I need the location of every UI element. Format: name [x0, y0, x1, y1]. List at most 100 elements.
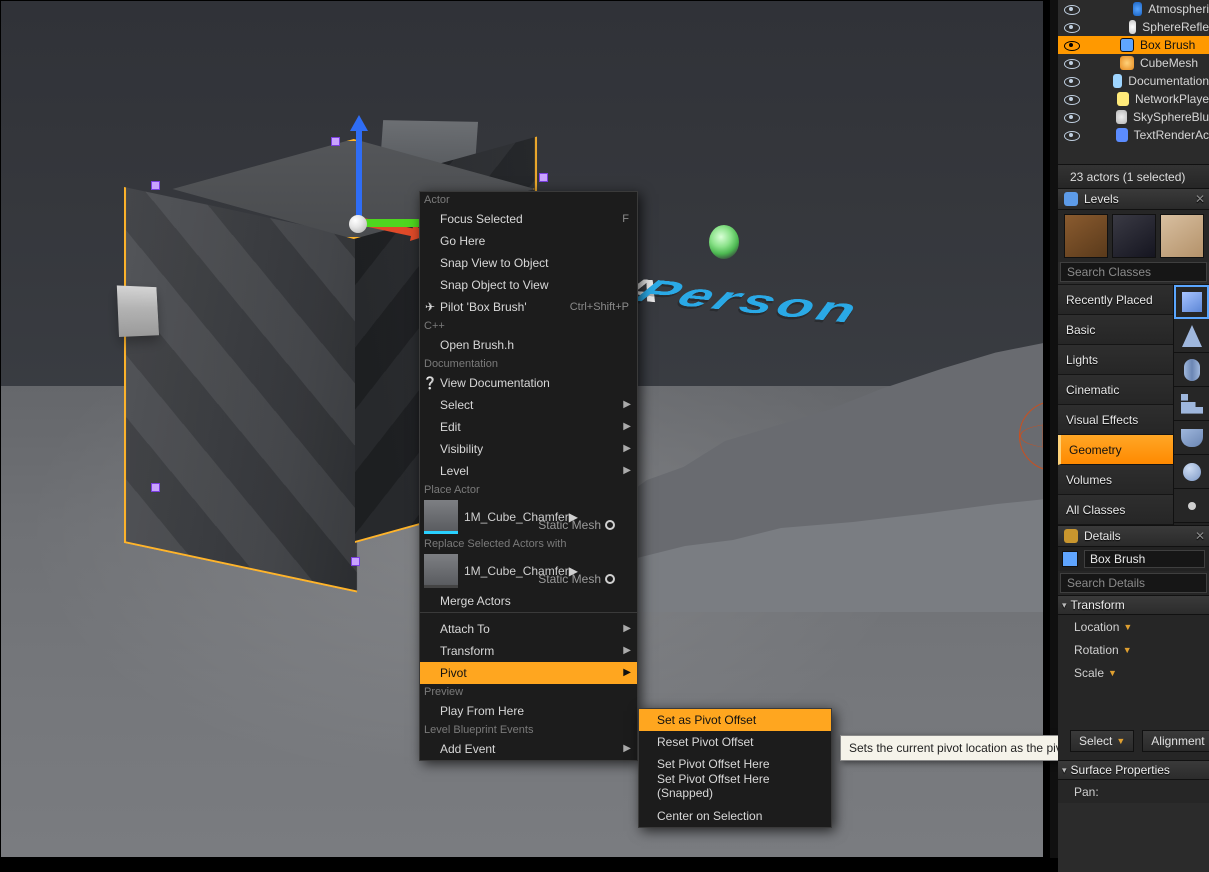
- select-button[interactable]: Select▼: [1070, 730, 1134, 752]
- ctx-level[interactable]: Level▶: [420, 460, 637, 482]
- actor-name-field[interactable]: Box Brush: [1084, 550, 1205, 568]
- levels-icon: [1064, 192, 1078, 206]
- outliner-row[interactable]: TextRenderAc: [1058, 126, 1209, 144]
- search-classes-input[interactable]: Search Classes: [1060, 262, 1207, 282]
- dropdown-arrow-icon[interactable]: ▼: [1123, 645, 1132, 655]
- viewport-splitter[interactable]: [1043, 1, 1049, 857]
- transform-header[interactable]: Transform: [1058, 595, 1209, 615]
- ctx-open-brush-h[interactable]: Open Brush.h: [420, 334, 637, 356]
- vertex-handle[interactable]: [331, 137, 340, 146]
- outliner-row[interactable]: SphereRefle: [1058, 18, 1209, 36]
- geom-cone-icon[interactable]: [1174, 319, 1209, 353]
- btn-label: Select: [1079, 734, 1112, 748]
- ctx-header-preview: Preview: [420, 684, 637, 700]
- prop-scale[interactable]: Scale▼: [1058, 661, 1209, 684]
- dropdown-arrow-icon[interactable]: ▼: [1123, 622, 1132, 632]
- ctx-add-event[interactable]: Add Event ▶: [420, 738, 637, 760]
- prop-rotation[interactable]: Rotation ▼: [1058, 638, 1209, 661]
- vertex-handle[interactable]: [351, 557, 360, 566]
- visibility-toggle-icon[interactable]: [1062, 21, 1071, 33]
- visibility-toggle-icon[interactable]: [1062, 3, 1075, 15]
- ctx-view-documentation[interactable]: ❔ View Documentation: [420, 372, 637, 394]
- cat-cinematic[interactable]: Cinematic: [1058, 375, 1173, 405]
- ctx-snap-view-to-object[interactable]: Snap View to Object: [420, 252, 637, 274]
- ctx-label: Pivot: [440, 666, 467, 680]
- dropdown-arrow-icon[interactable]: ▼: [1108, 668, 1117, 678]
- vertex-handle[interactable]: [151, 181, 160, 190]
- level-thumb[interactable]: [1064, 214, 1108, 258]
- outliner-row[interactable]: Documentation: [1058, 72, 1209, 90]
- cat-all-classes[interactable]: All Classes: [1058, 495, 1173, 525]
- ctx-place-asset[interactable]: 1M_Cube_Chamfer Static Mesh ▶: [420, 498, 637, 536]
- visibility-toggle-icon[interactable]: [1062, 39, 1080, 51]
- ctx-label: Snap View to Object: [440, 256, 549, 270]
- ctx-label: Edit: [440, 420, 461, 434]
- surface-properties-header[interactable]: Surface Properties: [1058, 760, 1209, 780]
- visibility-toggle-icon[interactable]: [1062, 57, 1080, 69]
- cat-lights[interactable]: Lights: [1058, 345, 1173, 375]
- level-thumb[interactable]: [1160, 214, 1204, 258]
- outliner-row[interactable]: NetworkPlaye: [1058, 90, 1209, 108]
- close-icon[interactable]: ✕: [1195, 529, 1205, 543]
- ctx-label: Add Event: [440, 742, 495, 756]
- ctx-transform[interactable]: Transform▶: [420, 640, 637, 662]
- prop-location[interactable]: Location ▼: [1058, 615, 1209, 638]
- ctx-replace-asset[interactable]: 1M_Cube_Chamfer Static Mesh ▶: [420, 552, 637, 590]
- sub-center-on-selection[interactable]: Center on Selection: [639, 805, 831, 827]
- pivot-submenu: Set as Pivot Offset Reset Pivot Offset S…: [638, 708, 832, 828]
- outliner-row-selected[interactable]: Box Brush: [1058, 36, 1209, 54]
- ctx-focus-selected[interactable]: Focus Selected F: [420, 208, 637, 230]
- vertex-handle[interactable]: [151, 483, 160, 492]
- ctx-select[interactable]: Select▶: [420, 394, 637, 416]
- cat-geometry[interactable]: Geometry: [1058, 435, 1173, 465]
- box-brush-icon: [1062, 551, 1078, 567]
- visibility-toggle-icon[interactable]: [1062, 93, 1077, 105]
- cat-visual-effects[interactable]: Visual Effects: [1058, 405, 1173, 435]
- geom-sphere-icon[interactable]: [1174, 455, 1209, 489]
- prop-label: Rotation: [1074, 643, 1119, 657]
- outliner-row[interactable]: Atmospheri: [1058, 0, 1209, 18]
- levels-panel-title[interactable]: Levels ✕: [1058, 188, 1209, 210]
- alignment-button[interactable]: Alignment▼: [1142, 730, 1209, 752]
- outliner-row[interactable]: CubeMesh: [1058, 54, 1209, 72]
- ctx-snap-object-to-view[interactable]: Snap Object to View: [420, 274, 637, 296]
- player-start-icon[interactable]: [709, 225, 739, 259]
- visibility-toggle-icon[interactable]: [1062, 75, 1073, 87]
- ctx-label: Focus Selected: [440, 212, 523, 226]
- ctx-edit[interactable]: Edit▶: [420, 416, 637, 438]
- level-thumb[interactable]: [1112, 214, 1156, 258]
- wedge-actor[interactable]: [117, 285, 159, 337]
- details-panel-title[interactable]: Details ✕: [1058, 525, 1209, 547]
- cat-basic[interactable]: Basic: [1058, 315, 1173, 345]
- ctx-pilot[interactable]: ✈ Pilot 'Box Brush' Ctrl+Shift+P: [420, 296, 637, 318]
- geom-cylinder-icon[interactable]: [1174, 353, 1209, 387]
- geom-box-icon[interactable]: [1174, 285, 1209, 319]
- geometry-icons-column: [1173, 285, 1209, 525]
- ctx-label: Merge Actors: [440, 594, 511, 608]
- geom-curved-stair-icon[interactable]: [1174, 421, 1209, 455]
- sub-set-pivot-offset[interactable]: Set as Pivot Offset: [639, 709, 831, 731]
- outliner-footer: 23 actors (1 selected): [1058, 164, 1209, 188]
- prop-label: Location: [1074, 620, 1119, 634]
- geom-more-icon[interactable]: [1174, 489, 1209, 523]
- ctx-merge-actors[interactable]: Merge Actors: [420, 590, 637, 612]
- ctx-label: Snap Object to View: [440, 278, 549, 292]
- box-brush-face-left: [124, 187, 357, 593]
- visibility-toggle-icon[interactable]: [1062, 129, 1076, 141]
- ctx-play-from-here[interactable]: Play From Here: [420, 700, 637, 722]
- geom-stair-icon[interactable]: [1174, 387, 1209, 421]
- ctx-go-here[interactable]: Go Here: [420, 230, 637, 252]
- cat-volumes[interactable]: Volumes: [1058, 465, 1173, 495]
- ctx-attach-to[interactable]: Attach To▶: [420, 618, 637, 640]
- sub-set-pivot-here-snapped[interactable]: Set Pivot Offset Here (Snapped): [639, 775, 831, 797]
- outliner-row[interactable]: SkySphereBlu: [1058, 108, 1209, 126]
- sub-reset-pivot-offset[interactable]: Reset Pivot Offset: [639, 731, 831, 753]
- search-details-input[interactable]: Search Details: [1060, 573, 1207, 593]
- vertex-handle[interactable]: [539, 173, 548, 182]
- ctx-pivot[interactable]: Pivot▶: [420, 662, 637, 684]
- ctx-visibility[interactable]: Visibility▶: [420, 438, 637, 460]
- cat-recently-placed[interactable]: Recently Placed: [1058, 285, 1173, 315]
- visibility-toggle-icon[interactable]: [1062, 111, 1076, 123]
- submenu-arrow-icon: ▶: [623, 743, 631, 754]
- close-icon[interactable]: ✕: [1195, 192, 1205, 206]
